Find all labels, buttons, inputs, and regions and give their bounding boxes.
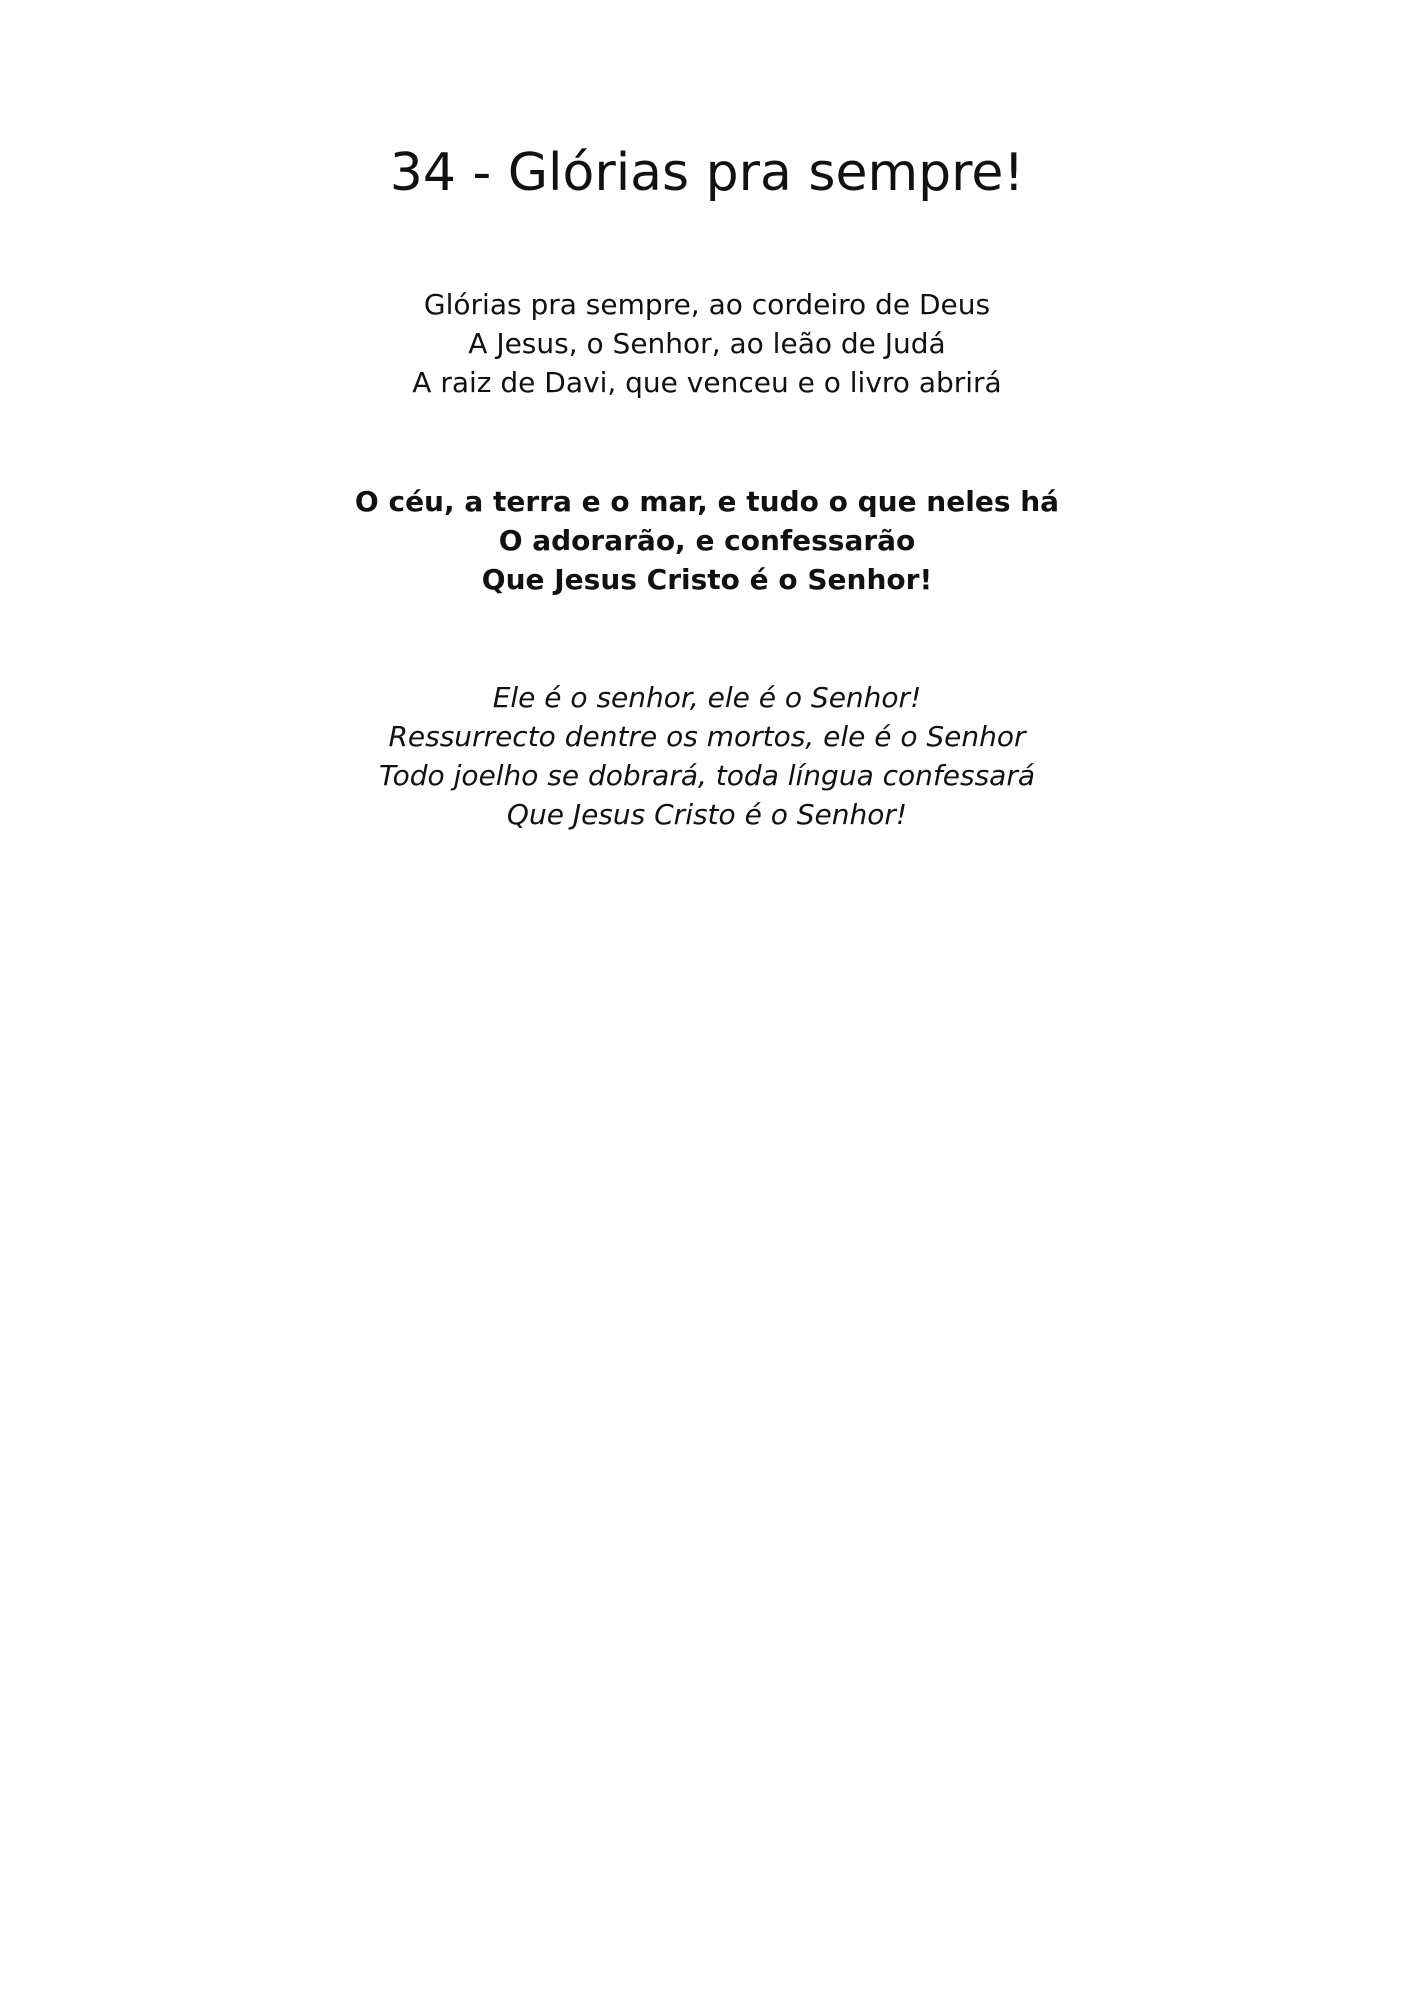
lyric-line: A raiz de Davi, que venceu e o livro abr… [412, 366, 1002, 399]
lyric-line: Todo joelho se dobrará, toda língua conf… [379, 759, 1035, 792]
song-title: 34 - Glórias pra sempre! [389, 143, 1025, 203]
lyric-line: A Jesus, o Senhor, ao leão de Judá [468, 327, 946, 360]
lyric-line: Glórias pra sempre, ao cordeiro de Deus [423, 288, 991, 321]
lyric-line: O adorarão, e confessarão [498, 524, 916, 557]
stanza-bridge: Ele é o senhor, ele é o Senhor! Ressurre… [0, 678, 1414, 834]
stanza-chorus: O céu, a terra e o mar, e tudo o que nel… [0, 482, 1414, 599]
document-page: 34 - Glórias pra sempre! Glórias pra sem… [0, 0, 1414, 2000]
lyric-line: Ele é o senhor, ele é o Senhor! [492, 681, 922, 714]
lyric-line: Ressurrecto dentre os mortos, ele é o Se… [388, 720, 1026, 753]
lyric-line: Que Jesus Cristo é o Senhor! [506, 798, 908, 831]
stanza-verse: Glórias pra sempre, ao cordeiro de Deus … [0, 285, 1414, 402]
lyric-line: Que Jesus Cristo é o Senhor! [481, 563, 933, 596]
lyric-line: O céu, a terra e o mar, e tudo o que nel… [354, 485, 1060, 518]
